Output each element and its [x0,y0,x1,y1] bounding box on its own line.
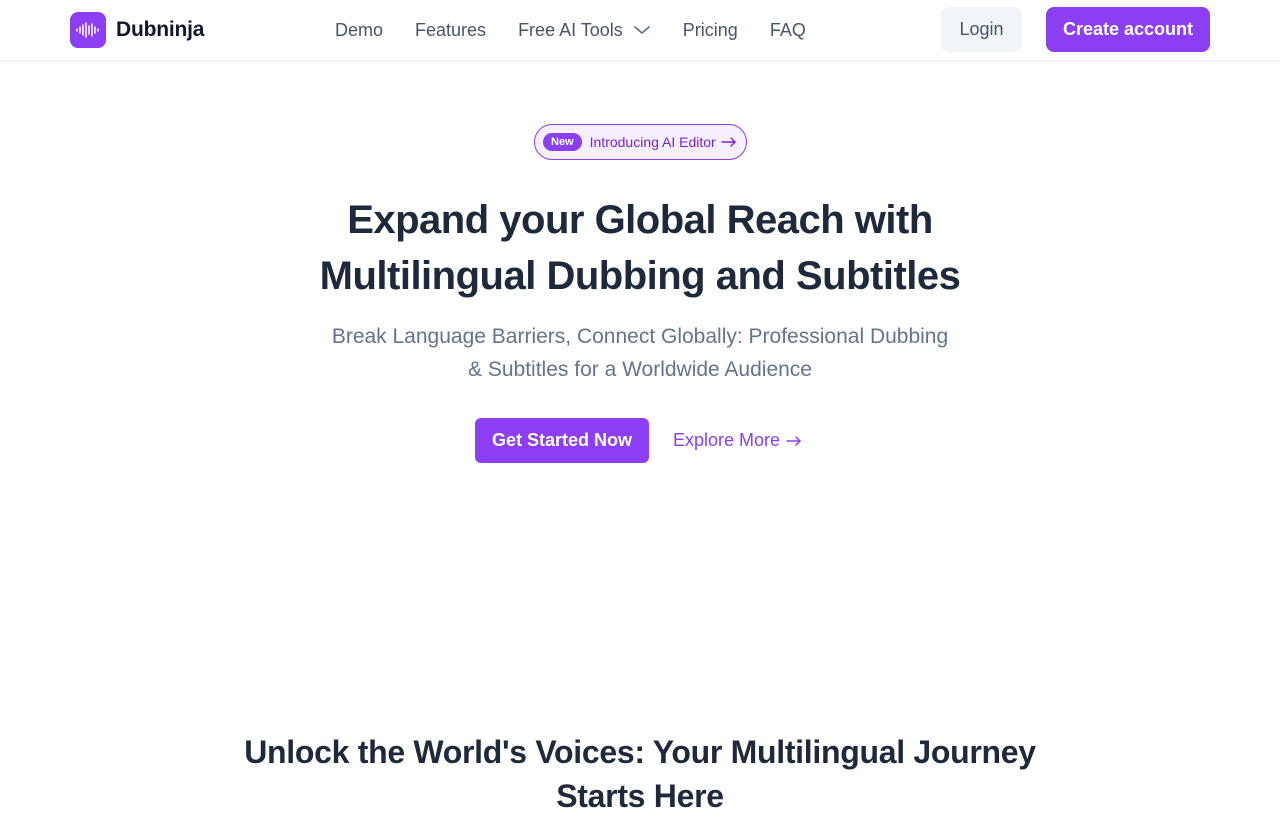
nav-demo[interactable]: Demo [335,20,383,41]
explore-more-label: Explore More [673,430,781,450]
get-started-button[interactable]: Get Started Now [475,418,649,463]
logo-link[interactable]: Dubninja [70,12,204,48]
nav-free-ai-tools[interactable]: Free AI Tools [518,20,651,41]
arrow-right-icon [786,435,802,446]
announcement-pill[interactable]: New Introducing AI Editor [534,124,747,160]
sound-wave-icon [70,12,106,48]
new-badge: New [543,133,582,151]
nav-free-ai-tools-label: Free AI Tools [518,19,623,40]
hero-title: Expand your Global Reach with Multilingu… [240,192,1040,304]
hero-title-line-2: Multilingual Dubbing and Subtitles [319,254,961,298]
hero-subtitle-line-1: Break Language Barriers, Connect Globall… [331,325,949,348]
nav-pricing[interactable]: Pricing [683,20,738,41]
section-title-line-1: Unlock the World's Voices: Your Multilin… [244,734,1036,770]
announcement-text: Introducing AI Editor [589,134,716,150]
login-button[interactable]: Login [941,7,1022,52]
arrow-right-icon [721,137,737,147]
hero-subtitle: Break Language Barriers, Connect Globall… [290,320,990,386]
hero-subtitle-line-2: & Subtitles for a Worldwide Audience [468,358,812,381]
logo-text: Dubninja [116,18,205,41]
create-account-button[interactable]: Create account [1046,7,1210,52]
section-title: Unlock the World's Voices: Your Multilin… [190,730,1090,818]
section-title-line-2: Starts Here [556,778,724,814]
site-header: Dubninja Demo Features Free AI Tools Pri… [0,0,1280,60]
nav-features[interactable]: Features [415,20,486,41]
hero-title-line-1: Expand your Global Reach with [347,198,933,242]
chevron-down-icon [633,25,651,35]
main-nav: Demo Features Free AI Tools Pricing FAQ [335,0,806,60]
nav-faq[interactable]: FAQ [770,20,806,41]
explore-more-link[interactable]: Explore More [673,418,802,463]
